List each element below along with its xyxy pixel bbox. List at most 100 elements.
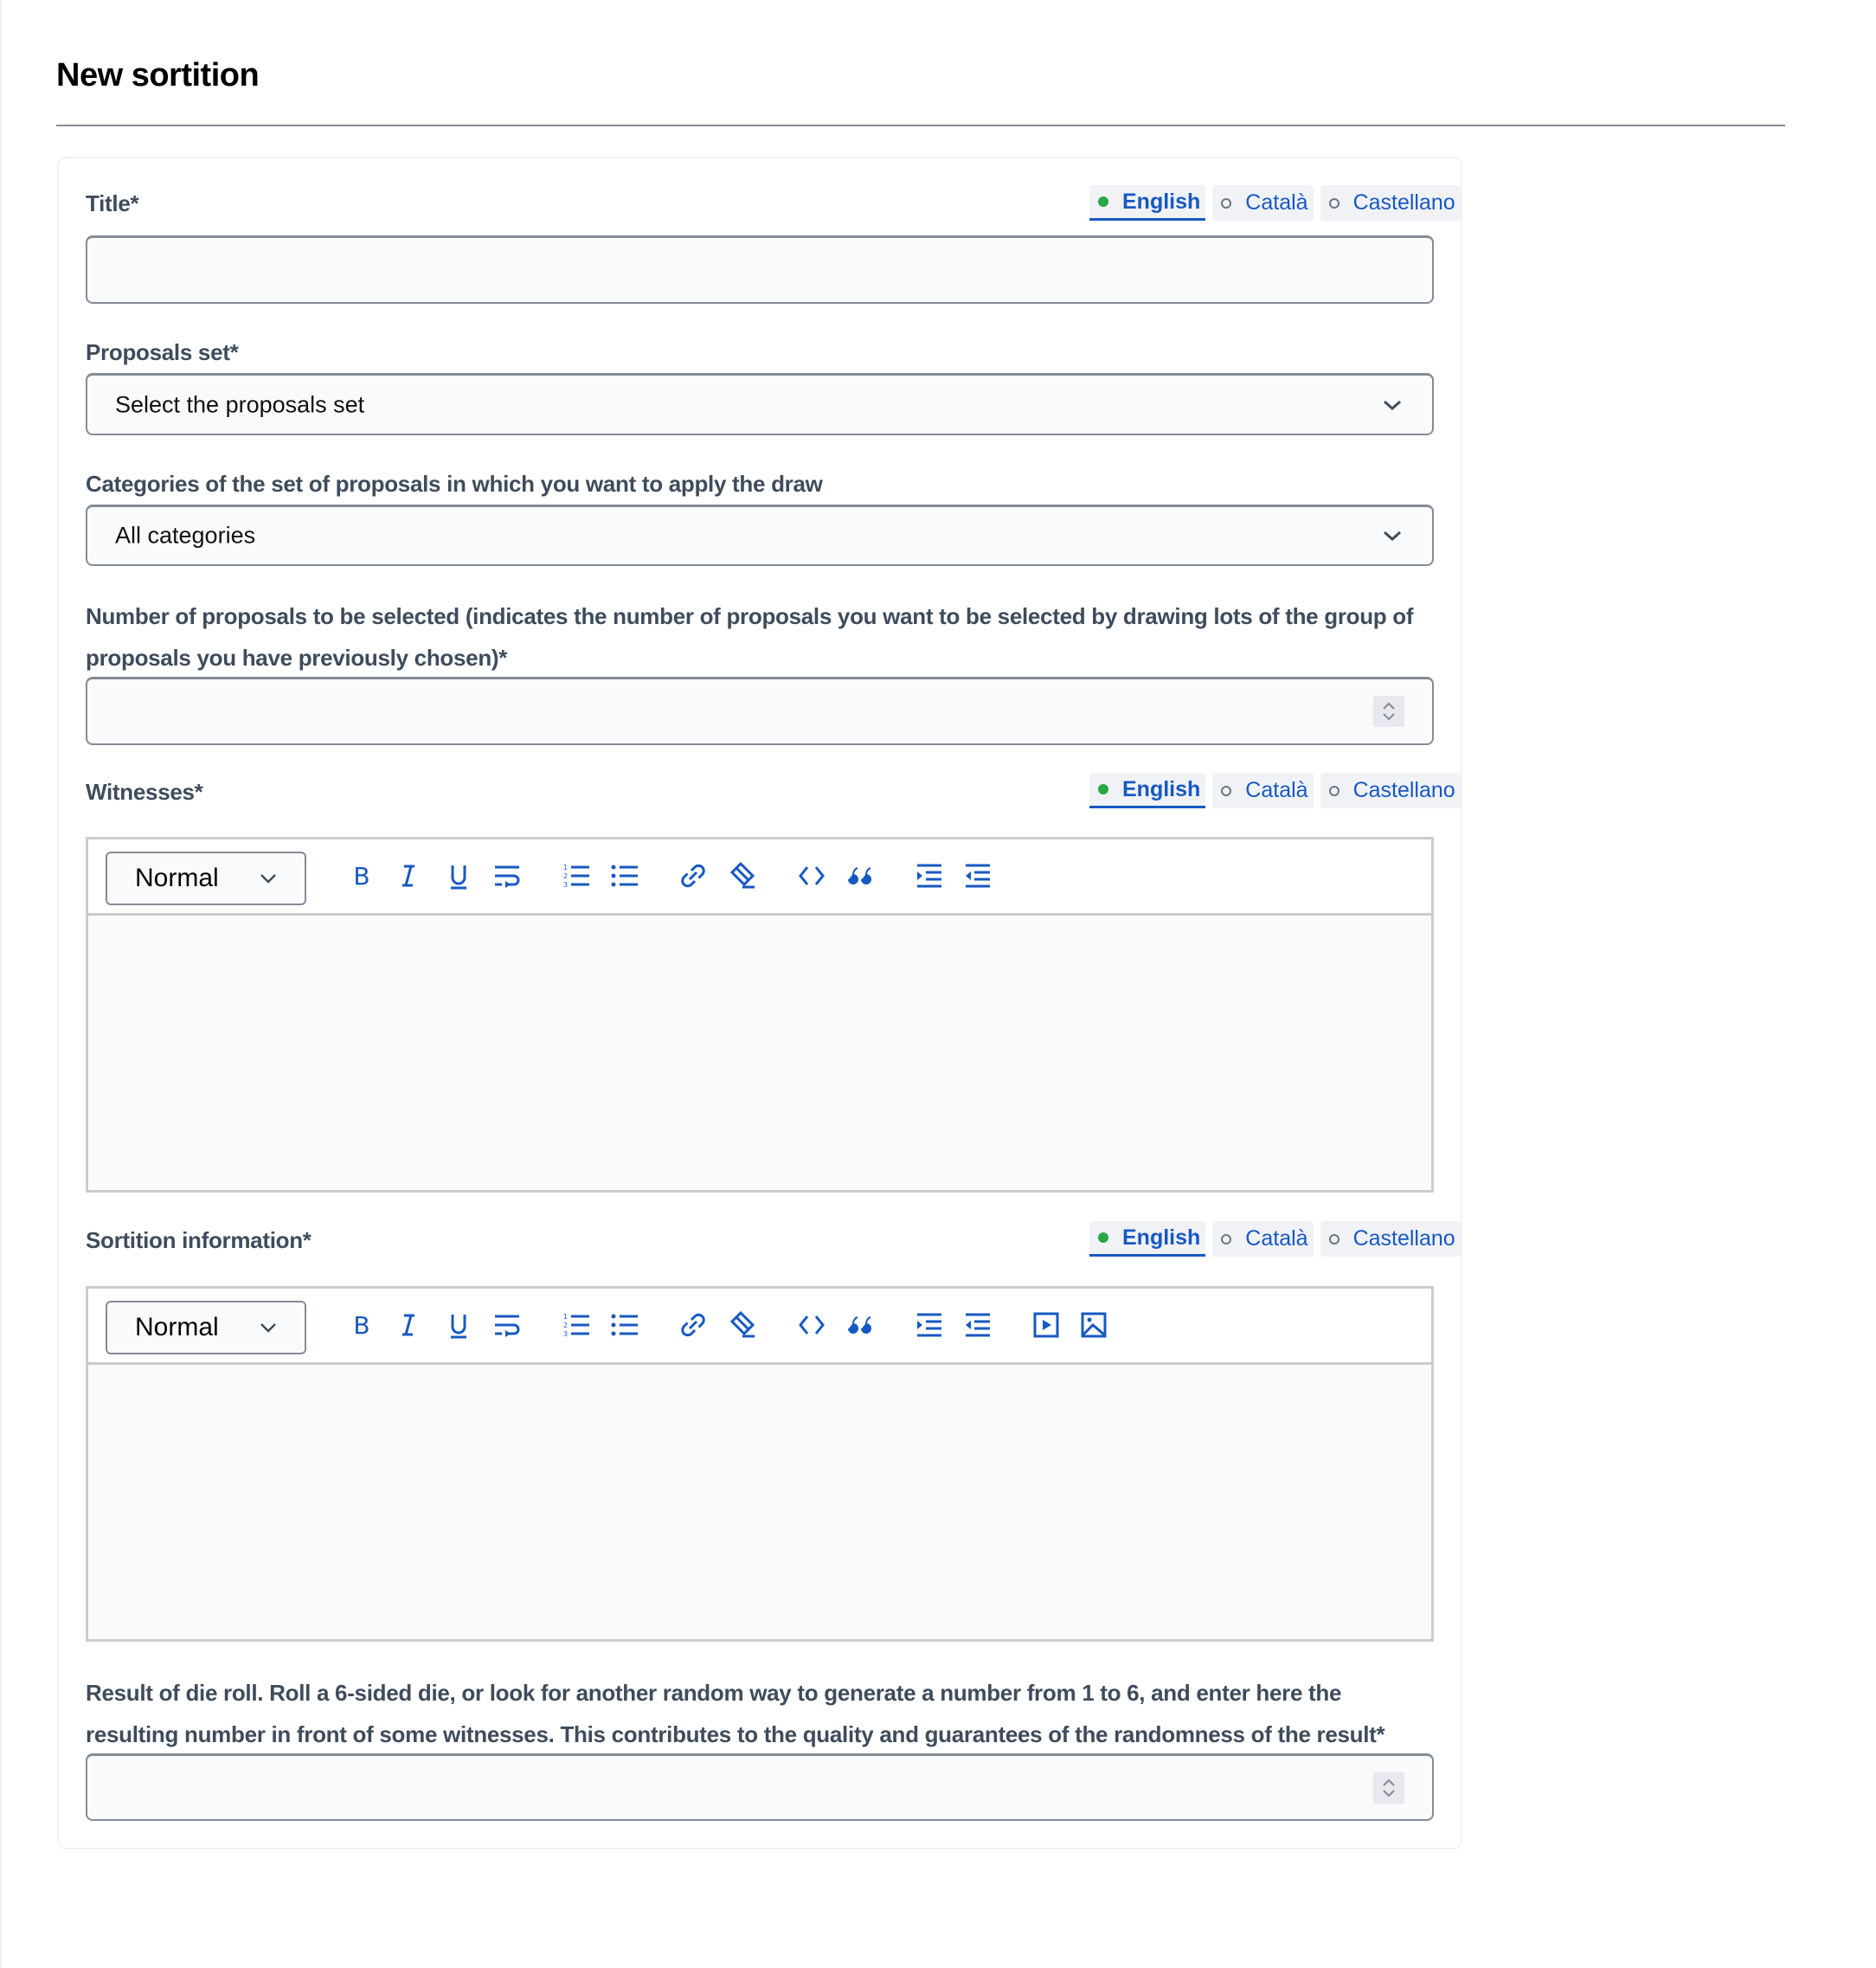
hard-break-button[interactable] xyxy=(490,859,524,893)
clean-button[interactable] xyxy=(723,1308,758,1342)
language-tab-castellano[interactable]: Castellano xyxy=(1320,1221,1461,1257)
language-tab-english[interactable]: English xyxy=(1089,773,1206,808)
svg-text:3: 3 xyxy=(563,1330,568,1338)
ordered-list-button[interactable]: 123 xyxy=(559,859,594,893)
indent-button[interactable] xyxy=(912,1308,947,1342)
underline-icon xyxy=(451,865,466,890)
empty-dot-icon xyxy=(1328,785,1340,796)
heading-format-select[interactable]: Normal xyxy=(106,1301,306,1354)
underline-button[interactable] xyxy=(441,859,476,893)
language-tab-label: Castellano xyxy=(1352,190,1455,215)
clean-icon xyxy=(729,861,755,889)
chevron-down-icon xyxy=(260,1323,276,1333)
code-button[interactable] xyxy=(794,1308,829,1342)
video-button[interactable] xyxy=(1029,1308,1063,1342)
italic-icon xyxy=(402,1314,414,1336)
svg-text:1: 1 xyxy=(563,864,568,871)
indent-button[interactable] xyxy=(912,859,947,893)
proposals-set-label: Proposals set* xyxy=(86,339,239,365)
empty-dot-icon xyxy=(1221,785,1232,796)
number-spinner[interactable] xyxy=(1373,696,1404,727)
hard-break-icon xyxy=(495,1315,520,1337)
categories-select[interactable]: All categories xyxy=(86,505,1434,566)
clean-icon xyxy=(729,1310,755,1338)
heading-format-select[interactable]: Normal xyxy=(106,852,306,905)
spinner-arrows-icon xyxy=(1383,1778,1395,1797)
svg-text:3: 3 xyxy=(563,881,568,889)
target-items-input[interactable] xyxy=(86,677,1434,745)
outdent-icon xyxy=(966,1313,990,1337)
empty-dot-icon xyxy=(1328,1233,1340,1244)
filled-dot-icon xyxy=(1098,196,1108,207)
link-button[interactable] xyxy=(676,1308,710,1342)
empty-dot-icon xyxy=(1221,1233,1232,1244)
filled-dot-icon xyxy=(1098,1232,1108,1243)
language-tab-label: English xyxy=(1122,189,1201,214)
ordered-list-button[interactable]: 123 xyxy=(559,1308,594,1342)
italic-button[interactable] xyxy=(391,859,426,893)
ordered-list-icon: 123 xyxy=(563,864,589,889)
underline-button[interactable] xyxy=(441,1308,476,1342)
title-language-tabs: English Català Castellano xyxy=(1089,185,1461,221)
clean-button[interactable] xyxy=(723,859,758,893)
language-tab-label: Castellano xyxy=(1352,1226,1455,1251)
title-input[interactable] xyxy=(86,235,1434,304)
svg-text:1: 1 xyxy=(563,1313,568,1321)
italic-icon xyxy=(402,865,414,887)
witnesses-editor[interactable]: Normal B 123 xyxy=(86,837,1434,1193)
bullet-list-button[interactable] xyxy=(607,859,642,893)
language-tab-label: English xyxy=(1122,1225,1201,1250)
language-tab-label: Català xyxy=(1245,778,1308,802)
svg-text:2: 2 xyxy=(563,1322,568,1329)
video-icon xyxy=(1033,1312,1059,1338)
hard-break-button[interactable] xyxy=(490,1308,524,1342)
code-icon xyxy=(799,866,825,885)
empty-dot-icon xyxy=(1328,197,1340,209)
language-tab-catal[interactable]: Català xyxy=(1212,773,1314,808)
indent-icon xyxy=(917,864,941,888)
svg-text:B: B xyxy=(353,862,369,891)
language-tab-castellano[interactable]: Castellano xyxy=(1320,185,1461,221)
filled-dot-icon xyxy=(1098,784,1108,794)
italic-button[interactable] xyxy=(391,1308,426,1342)
language-tab-english[interactable]: English xyxy=(1089,1221,1206,1257)
code-button[interactable] xyxy=(794,859,829,893)
ordered-list-icon: 123 xyxy=(563,1313,589,1338)
categories-selected: All categories xyxy=(115,522,256,549)
hard-break-icon xyxy=(495,865,520,888)
language-tab-castellano[interactable]: Castellano xyxy=(1320,773,1461,808)
bold-button[interactable]: B xyxy=(344,1308,379,1342)
language-tab-label: Castellano xyxy=(1352,778,1455,802)
language-tab-catal[interactable]: Català xyxy=(1212,1221,1314,1257)
number-spinner[interactable] xyxy=(1373,1772,1404,1804)
sortition-information-editor[interactable]: Normal B 123 xyxy=(86,1286,1434,1642)
heading-format-value: Normal xyxy=(135,864,219,892)
outdent-button[interactable] xyxy=(960,859,995,893)
link-icon xyxy=(681,1313,705,1337)
image-button[interactable] xyxy=(1076,1308,1111,1342)
page-title: New sortition xyxy=(56,57,260,93)
language-tab-catal[interactable]: Català xyxy=(1212,185,1314,221)
sortition-information-label: Sortition information* xyxy=(86,1227,312,1253)
proposals-set-select[interactable]: Select the proposals set xyxy=(86,373,1434,435)
bullet-list-icon xyxy=(611,1314,638,1336)
empty-dot-icon xyxy=(1221,197,1232,209)
dice-input[interactable] xyxy=(86,1753,1434,1821)
image-icon xyxy=(1081,1312,1107,1338)
blockquote-button[interactable] xyxy=(843,1308,877,1342)
witnesses-language-tabs: English Català Castellano xyxy=(1089,773,1461,808)
blockquote-icon xyxy=(848,1316,871,1334)
proposals-set-selected: Select the proposals set xyxy=(115,391,365,417)
language-tab-english[interactable]: English xyxy=(1089,185,1206,221)
language-tab-label: English xyxy=(1122,776,1201,801)
link-button[interactable] xyxy=(676,859,710,893)
spinner-arrows-icon xyxy=(1383,702,1395,721)
blockquote-button[interactable] xyxy=(843,859,877,893)
sortition-information-toolbar: Normal B 123 xyxy=(88,1289,1431,1365)
sortition-information-language-tabs: English Català Castellano xyxy=(1089,1221,1461,1257)
outdent-button[interactable] xyxy=(960,1308,995,1342)
title-divider xyxy=(56,125,1785,126)
bold-button[interactable]: B xyxy=(344,859,379,893)
bullet-list-button[interactable] xyxy=(607,1308,642,1342)
underline-icon xyxy=(451,1315,466,1339)
